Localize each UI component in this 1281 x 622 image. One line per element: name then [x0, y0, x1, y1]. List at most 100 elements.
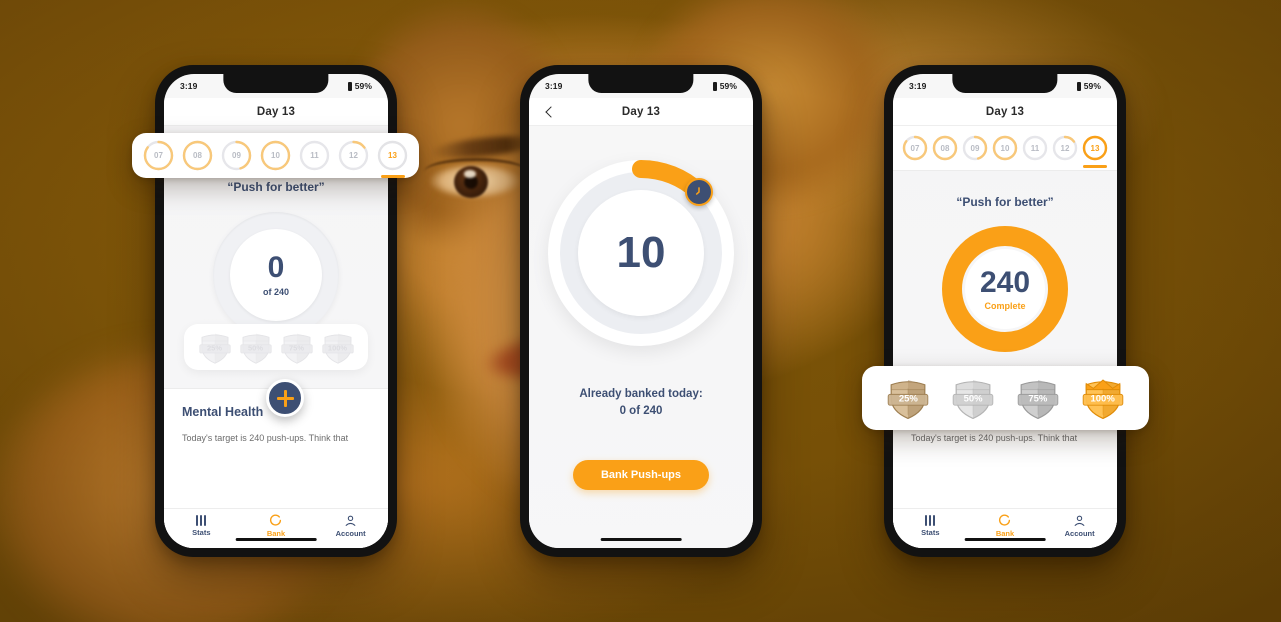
- notch-1: [223, 74, 329, 93]
- screen-3: 3:19 59% Day 13 07 08 09 10 11 12 13 “Push for…: [893, 74, 1117, 548]
- page-title: Day 13: [256, 105, 296, 118]
- day-item-10[interactable]: 10: [260, 140, 291, 171]
- day-label: 12: [1060, 143, 1070, 153]
- ring-value: 240: [979, 265, 1031, 299]
- day-selector-card[interactable]: 07 08 09 10 11 12 13: [132, 133, 419, 178]
- bank-icon: [270, 514, 282, 526]
- badge-100pct[interactable]: 100%: [321, 329, 355, 366]
- badge-50pct[interactable]: 50%: [951, 374, 995, 422]
- day-label: 12: [349, 151, 358, 160]
- day-label: 10: [1000, 143, 1010, 153]
- day-label: 08: [940, 143, 950, 153]
- tab-stats[interactable]: Stats: [893, 514, 967, 537]
- battery-percent: 59%: [719, 81, 737, 91]
- status-right: 59%: [712, 81, 737, 91]
- badges-card-3[interactable]: 25% 50% 75% 100%: [862, 366, 1149, 430]
- tab-account[interactable]: Account: [314, 514, 388, 538]
- phone-bank-dial: 3:19 59% Day 13 10 Already banked today:…: [520, 65, 762, 557]
- battery-icon: [1076, 81, 1081, 91]
- battery-percent: 59%: [354, 81, 372, 91]
- day-label: 09: [970, 143, 980, 153]
- daily-progress-ring: 240 Complete: [942, 226, 1068, 352]
- add-button[interactable]: [266, 379, 304, 417]
- clock-hand-icon: [695, 186, 700, 195]
- day-item-12[interactable]: 12: [338, 140, 369, 171]
- badge-25pct[interactable]: 25%: [886, 374, 930, 422]
- tab-label: Stats: [192, 528, 211, 537]
- day-item-12[interactable]: 12: [1052, 135, 1078, 161]
- day-item-08[interactable]: 08: [932, 135, 958, 161]
- day-active-underline: [380, 174, 405, 178]
- page-title: Day 13: [621, 105, 661, 118]
- day-active-underline: [1083, 164, 1107, 168]
- ring-subtitle: Complete: [984, 300, 1026, 311]
- account-icon: [345, 515, 356, 526]
- tab-account[interactable]: Account: [1043, 514, 1117, 538]
- banked-label: Already banked today:: [579, 388, 703, 400]
- badge-row-1: 25% 50% 75% 100%: [184, 324, 368, 370]
- badge-100pct[interactable]: 100%: [1081, 374, 1125, 422]
- badge-label: 25%: [206, 343, 223, 353]
- tab-bank[interactable]: Bank: [239, 514, 313, 538]
- day-item-08[interactable]: 08: [182, 140, 213, 171]
- day-item-11[interactable]: 11: [1022, 135, 1048, 161]
- day-item-09[interactable]: 09: [962, 135, 988, 161]
- badge-label: 100%: [1090, 393, 1115, 405]
- back-icon[interactable]: [543, 105, 557, 119]
- day-item-10[interactable]: 10: [992, 135, 1018, 161]
- content-1: “Push for better” 0 of 240 25% 50% 75% 1…: [164, 126, 388, 548]
- bank-icon: [999, 514, 1011, 526]
- badges-card-1: 25% 50% 75% 100%: [184, 324, 368, 370]
- badge-label: 25%: [898, 393, 918, 405]
- account-icon: [1074, 515, 1085, 526]
- battery-icon: [347, 81, 352, 91]
- tab-bank[interactable]: Bank: [968, 514, 1042, 538]
- day-item-11[interactable]: 11: [299, 140, 330, 171]
- badge-row-3[interactable]: 25% 50% 75% 100%: [862, 366, 1149, 430]
- day-label: 08: [193, 151, 202, 160]
- home-indicator-2: [600, 537, 682, 541]
- day-label: 10: [271, 151, 280, 160]
- ring-center: 240 Complete: [979, 265, 1031, 311]
- tab-bar-3: Stats Bank Account: [893, 508, 1117, 548]
- tab-label: Account: [335, 529, 366, 538]
- dial-drag-handle[interactable]: [684, 177, 713, 206]
- battery-icon: [712, 81, 717, 91]
- bank-pushups-button[interactable]: Bank Push-ups: [572, 460, 710, 491]
- plus-icon: [276, 389, 294, 407]
- day-item-09[interactable]: 09: [221, 140, 252, 171]
- phone-progress-complete: 3:19 59% Day 13 07 08 09 10 11 12 13 “Push for…: [884, 65, 1126, 557]
- day-item-07[interactable]: 07: [902, 135, 928, 161]
- content-2: 10 Already banked today: 0 of 240 Bank P…: [529, 160, 753, 548]
- tab-stats[interactable]: Stats: [164, 514, 238, 537]
- day-item-07[interactable]: 07: [143, 140, 174, 171]
- dial-value: 10: [616, 228, 666, 277]
- day-strip-3[interactable]: 07 08 09 10 11 12 13: [893, 126, 1117, 170]
- status-time: 3:19: [180, 81, 198, 91]
- page-title: Day 13: [985, 105, 1025, 118]
- badge-label: 75%: [1028, 393, 1048, 405]
- ring-center: 0 of 240: [263, 251, 289, 298]
- badge-75pct[interactable]: 75%: [280, 329, 314, 366]
- day-item-13[interactable]: 13: [377, 140, 408, 178]
- nav-bar-2: Day 13: [529, 98, 753, 126]
- home-indicator-3: [964, 537, 1046, 541]
- section-body: Today's target is 240 push-ups. Think th…: [911, 433, 1078, 443]
- quote-text: “Push for better”: [956, 195, 1054, 209]
- badge-label: 50%: [247, 343, 264, 353]
- badge-label: 100%: [327, 343, 348, 353]
- badge-50pct[interactable]: 50%: [239, 329, 273, 366]
- ring-value: 0: [267, 251, 285, 284]
- day-strip-1[interactable]: 07 08 09 10 11 12 13: [132, 133, 419, 178]
- daily-progress-ring: 0 of 240: [213, 212, 339, 338]
- day-label: 13: [1090, 143, 1100, 153]
- badge-75pct[interactable]: 75%: [1016, 374, 1060, 422]
- pushup-count-dial[interactable]: 10: [548, 160, 734, 346]
- tab-label: Account: [1064, 529, 1095, 538]
- day-item-13[interactable]: 13: [1082, 135, 1108, 168]
- section-body: Today's target is 240 push-ups. Think th…: [182, 433, 349, 443]
- badge-25pct[interactable]: 25%: [198, 329, 232, 366]
- badge-label: 50%: [963, 393, 983, 405]
- status-right: 59%: [1076, 81, 1101, 91]
- tab-label: Stats: [921, 528, 940, 537]
